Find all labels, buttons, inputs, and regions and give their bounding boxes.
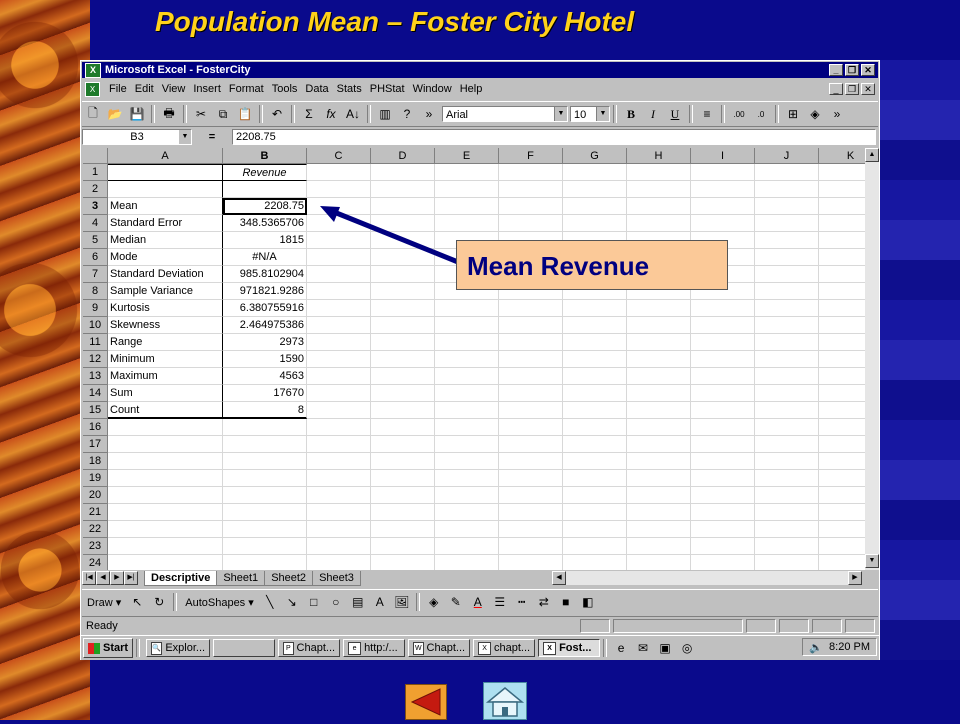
triangle-left-icon: [410, 688, 441, 716]
house-icon: [485, 687, 525, 717]
mean-revenue-callout: Mean Revenue: [456, 240, 728, 290]
back-button[interactable]: [405, 684, 447, 720]
callout-arrow: [320, 206, 459, 265]
home-button[interactable]: [483, 682, 527, 720]
